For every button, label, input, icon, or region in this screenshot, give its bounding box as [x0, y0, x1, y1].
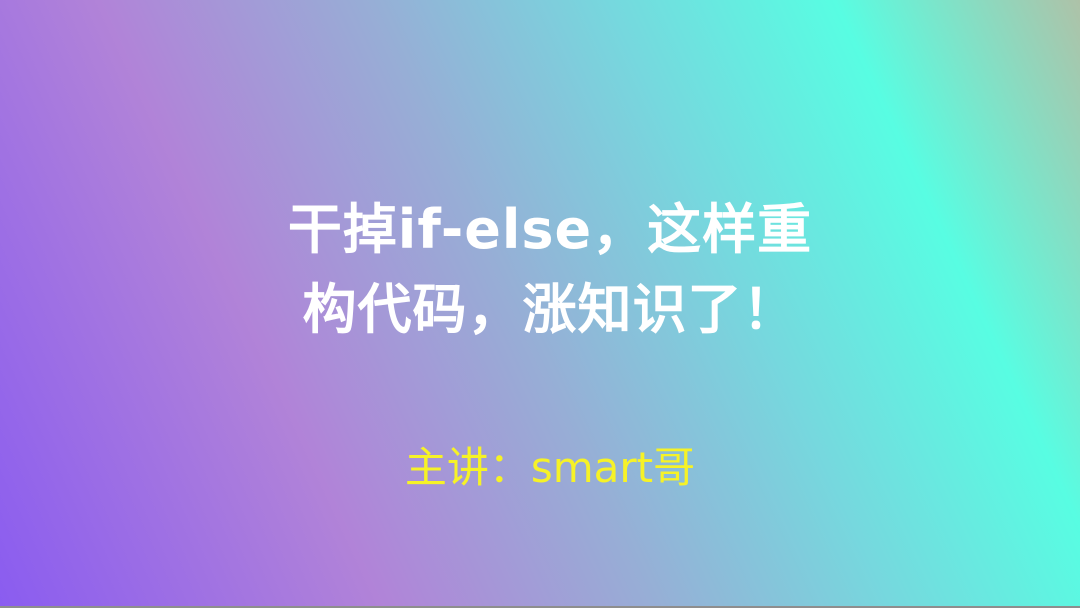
slide-title: 干掉if-else，这样重 构代码，涨知识了！: [190, 190, 910, 350]
presenter-label: 主讲：smart哥: [404, 443, 696, 492]
slide-canvas: 干掉if-else，这样重 构代码，涨知识了！ 主讲：smart哥: [0, 0, 1080, 608]
title-line-1: 干掉if-else，这样重: [287, 198, 813, 261]
title-line-2: 构代码，涨知识了！: [302, 278, 798, 341]
